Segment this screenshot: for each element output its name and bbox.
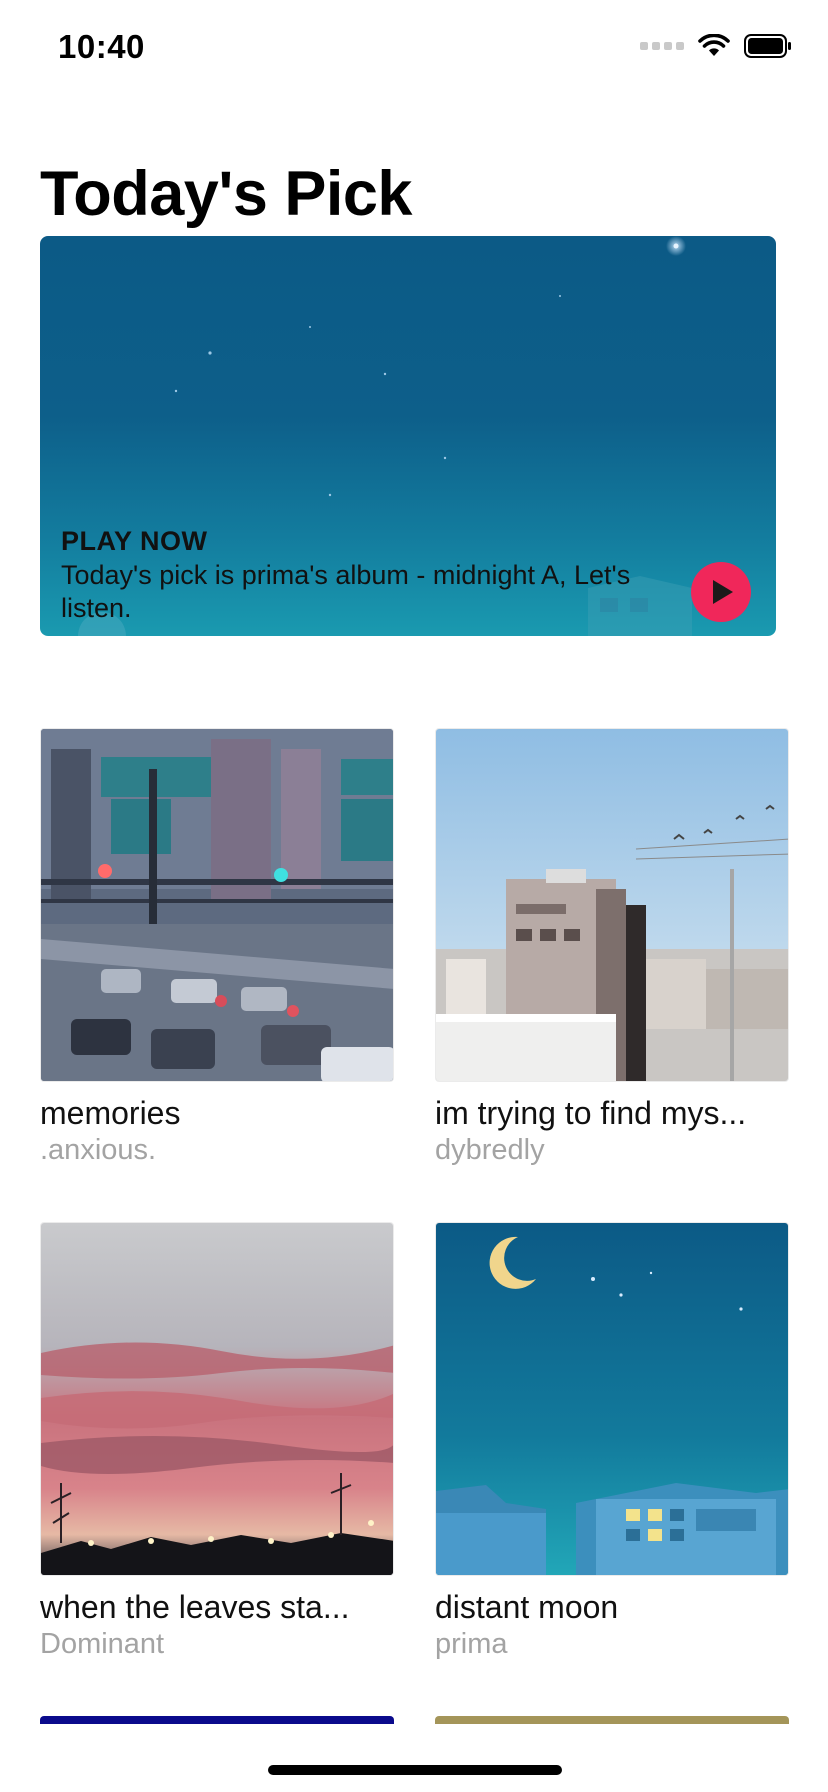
album-tile[interactable]: im trying to find mys... dybredly (435, 728, 789, 1168)
album-cover-rooftops[interactable] (435, 728, 789, 1082)
album-cover-partial[interactable] (435, 1716, 789, 1724)
status-icons (640, 34, 792, 58)
album-title: im trying to find mys... (435, 1095, 747, 1131)
album-tile[interactable]: distant moon prima (435, 1222, 789, 1662)
play-button[interactable] (691, 562, 751, 622)
status-time: 10:40 (58, 28, 145, 65)
album-artist: dybredly (435, 1134, 545, 1166)
album-tile[interactable]: memories .anxious. (40, 728, 394, 1168)
todays-pick-hero-card[interactable]: PLAY NOW Today's pick is prima's album -… (40, 236, 776, 636)
album-cover-moon-night[interactable] (435, 1222, 789, 1576)
album-cover-partial[interactable] (40, 1716, 394, 1724)
album-tile[interactable]: when the leaves sta... Dominant (40, 1222, 394, 1662)
album-artist: prima (435, 1628, 508, 1660)
album-cover-sunset-clouds[interactable] (40, 1222, 394, 1576)
wifi-icon (698, 34, 730, 58)
album-title: memories (40, 1095, 181, 1131)
album-title: when the leaves sta... (40, 1589, 350, 1625)
status-bar: 10:40 (0, 0, 828, 100)
page-title: Today's Pick (40, 159, 412, 229)
play-icon (713, 580, 733, 604)
cellular-signal-icon (640, 42, 684, 50)
hero-description: Today's pick is prima's album - midnight… (61, 560, 631, 623)
home-indicator[interactable] (268, 1765, 562, 1775)
play-now-label: PLAY NOW (61, 526, 208, 556)
album-cover-city-rain[interactable] (40, 728, 394, 1082)
battery-icon (744, 34, 792, 58)
album-artist: .anxious. (40, 1134, 157, 1166)
album-artist: Dominant (40, 1628, 165, 1660)
album-title: distant moon (435, 1589, 619, 1625)
